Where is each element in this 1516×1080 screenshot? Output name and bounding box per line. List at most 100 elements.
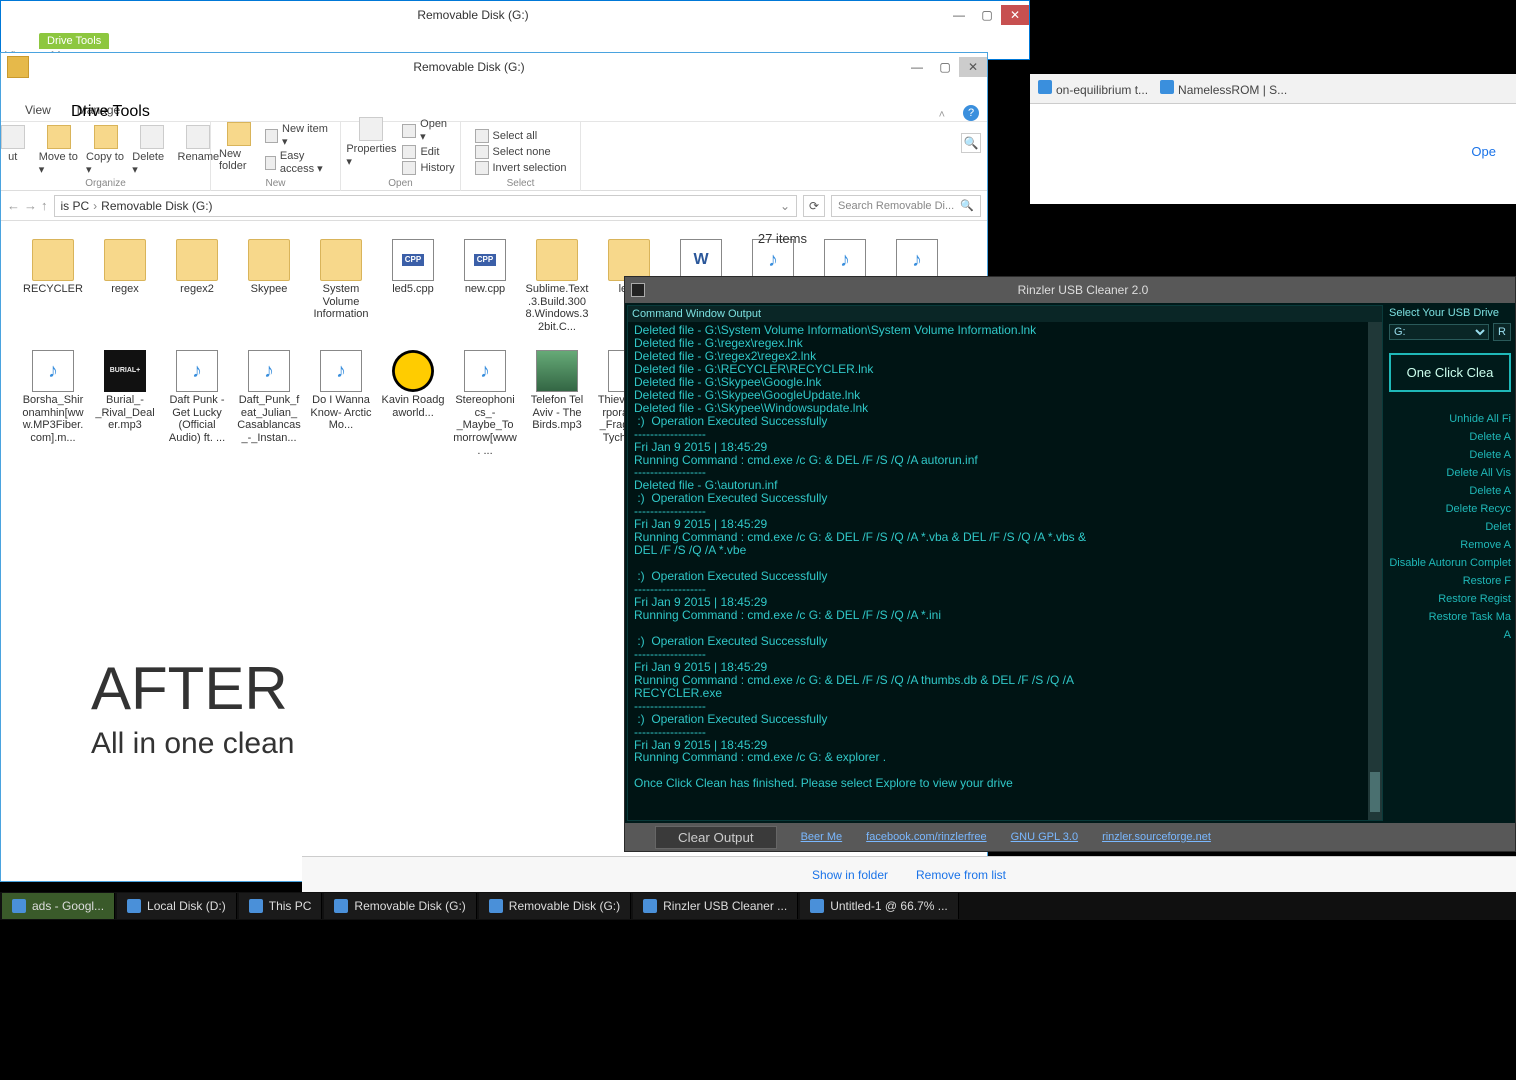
rinzler-action-link[interactable]: Unhide All Fi: [1389, 410, 1511, 428]
file-item[interactable]: Do I Wanna Know- Arctic Mo...: [309, 350, 373, 457]
breadcrumb-drive[interactable]: Removable Disk (G:): [101, 199, 212, 213]
cpp-icon: [464, 239, 506, 281]
clear-output-button[interactable]: Clear Output: [655, 826, 777, 849]
favicon-icon: [1038, 80, 1052, 94]
file-item[interactable]: RECYCLER: [21, 239, 85, 346]
file-item[interactable]: Daft_Punk_feat_Julian_Casablancas_-_Inst…: [237, 350, 301, 457]
gpl-link[interactable]: GNU GPL 3.0: [1011, 831, 1078, 843]
edit-button[interactable]: Edit: [402, 144, 454, 160]
history-button[interactable]: History: [402, 160, 454, 176]
open-link[interactable]: Ope: [1471, 144, 1496, 159]
window-controls: — ▢ ✕: [945, 5, 1029, 25]
remove-from-list-link[interactable]: Remove from list: [916, 868, 1006, 882]
copy-to-button[interactable]: Copy to ▾: [86, 125, 126, 176]
file-item[interactable]: Borsha_Shironamhin[www.MP3Fiber.com].m..…: [21, 350, 85, 457]
favicon-icon: [1160, 80, 1174, 94]
minimize-button[interactable]: —: [903, 57, 931, 77]
properties-button[interactable]: Properties ▾: [346, 117, 396, 168]
show-in-folder-link[interactable]: Show in folder: [812, 868, 888, 882]
open-button[interactable]: Open ▾: [402, 117, 454, 144]
new-folder-button[interactable]: New folder: [219, 122, 259, 172]
refresh-button[interactable]: ⟳: [803, 195, 825, 217]
nav-forward-icon[interactable]: →: [24, 198, 37, 213]
command-output[interactable]: Deleted file - G:\System Volume Informat…: [628, 322, 1382, 820]
maximize-button[interactable]: ▢: [931, 57, 959, 77]
select-none-button[interactable]: Select none: [475, 144, 567, 160]
rinzler-action-link[interactable]: A: [1389, 626, 1511, 644]
rinzler-footer: Clear Output Beer Me facebook.com/rinzle…: [625, 823, 1515, 851]
taskbar: ads - Googl... Local Disk (D:) This PC R…: [0, 892, 1516, 920]
rinzler-action-link[interactable]: Restore Regist: [1389, 590, 1511, 608]
taskbar-item[interactable]: Untitled-1 @ 66.7% ...: [800, 893, 959, 919]
rinzler-action-link[interactable]: Restore F: [1389, 572, 1511, 590]
delete-button[interactable]: Delete ▾: [132, 125, 172, 176]
close-button[interactable]: ✕: [1001, 5, 1029, 25]
file-item[interactable]: Stereophonics_-_Maybe_Tomorrow[www. ...: [453, 350, 517, 457]
file-label: Kavin Roadg aworld...: [381, 394, 445, 419]
nav-up-icon[interactable]: ↑: [41, 198, 48, 213]
minimize-button[interactable]: —: [945, 5, 973, 25]
help-icon[interactable]: ?: [963, 105, 979, 121]
facebook-link[interactable]: facebook.com/rinzlerfree: [866, 831, 986, 843]
file-item[interactable]: Telefon Tel Aviv - The Birds.mp3: [525, 350, 589, 457]
move-to-button[interactable]: Move to ▾: [39, 125, 80, 176]
breadcrumb[interactable]: is PC › Removable Disk (G:) ⌄: [54, 195, 798, 217]
group-label: Select: [507, 178, 535, 189]
select-all-button[interactable]: Select all: [475, 128, 567, 144]
one-click-clean-button[interactable]: One Click Clea: [1389, 353, 1511, 392]
easy-access-button[interactable]: Easy access ▾: [265, 149, 332, 176]
breadcrumb-pc[interactable]: is PC: [61, 199, 90, 213]
taskbar-item[interactable]: This PC: [239, 893, 323, 919]
scrollbar-thumb[interactable]: [1370, 772, 1380, 812]
rinzler-action-link[interactable]: Delete A: [1389, 446, 1511, 464]
rinzler-action-link[interactable]: Delete Recyc: [1389, 500, 1511, 518]
new-item-button[interactable]: New item ▾: [265, 122, 332, 149]
rinzler-action-link[interactable]: Delete A: [1389, 482, 1511, 500]
rinzler-action-link[interactable]: Delet: [1389, 518, 1511, 536]
close-button[interactable]: ✕: [959, 57, 987, 77]
maximize-button[interactable]: ▢: [973, 5, 1001, 25]
drive-tools-tab[interactable]: Drive Tools: [39, 33, 109, 49]
search-ribbon-icon[interactable]: 🔍: [961, 133, 981, 153]
app-icon: [631, 283, 645, 297]
window-title: Removable Disk (G:): [1, 8, 945, 22]
rinzler-action-link[interactable]: Delete A: [1389, 428, 1511, 446]
file-item[interactable]: Kavin Roadg aworld...: [381, 350, 445, 457]
file-item[interactable]: Burial_-_Rival_Dealer.mp3: [93, 350, 157, 457]
folder-icon: [536, 239, 578, 281]
file-label: Skypee: [251, 283, 288, 296]
rinzler-action-link[interactable]: Restore Task Ma: [1389, 608, 1511, 626]
rinzler-action-link[interactable]: Delete All Vis: [1389, 464, 1511, 482]
drive-tools-context-tab[interactable]: Drive Tools: [57, 81, 150, 121]
file-item[interactable]: Daft Punk - Get Lucky (Official Audio) f…: [165, 350, 229, 457]
file-item[interactable]: System Volume Information: [309, 239, 373, 346]
breadcrumb-dropdown-icon[interactable]: ⌄: [780, 199, 790, 213]
file-item[interactable]: regex: [93, 239, 157, 346]
file-label: regex: [111, 283, 139, 296]
drive-select[interactable]: G:: [1389, 324, 1489, 340]
scrollbar[interactable]: [1368, 322, 1382, 820]
file-item[interactable]: new.cpp: [453, 239, 517, 346]
sourceforge-link[interactable]: rinzler.sourceforge.net: [1102, 831, 1211, 843]
taskbar-item[interactable]: Local Disk (D:): [117, 893, 237, 919]
file-item[interactable]: led5.cpp: [381, 239, 445, 346]
browser-tab[interactable]: NamelessROM | S...: [1160, 80, 1287, 97]
file-item[interactable]: Skypee: [237, 239, 301, 346]
taskbar-item[interactable]: Removable Disk (G:): [479, 893, 631, 919]
nav-back-icon[interactable]: ←: [7, 198, 20, 213]
beer-me-link[interactable]: Beer Me: [801, 831, 843, 843]
refresh-drives-button[interactable]: R: [1493, 323, 1511, 341]
file-item[interactable]: Sublime.Text.3.Build.3008.Windows.32bit.…: [525, 239, 589, 346]
search-input[interactable]: Search Removable Di... 🔍: [831, 195, 981, 217]
tab-view[interactable]: View: [15, 99, 61, 121]
rinzler-action-link[interactable]: Disable Autorun Complet: [1389, 554, 1511, 572]
browser-tab[interactable]: on-equilibrium t...: [1038, 80, 1148, 97]
taskbar-item[interactable]: Removable Disk (G:): [324, 893, 476, 919]
invert-selection-button[interactable]: Invert selection: [475, 160, 567, 176]
cut-button[interactable]: ut: [0, 125, 33, 163]
rinzler-action-link[interactable]: Remove A: [1389, 536, 1511, 554]
taskbar-item[interactable]: Rinzler USB Cleaner ...: [633, 893, 798, 919]
ribbon-collapse-icon[interactable]: ˄: [939, 109, 945, 121]
file-item[interactable]: regex2: [165, 239, 229, 346]
taskbar-item[interactable]: ads - Googl...: [2, 893, 115, 919]
